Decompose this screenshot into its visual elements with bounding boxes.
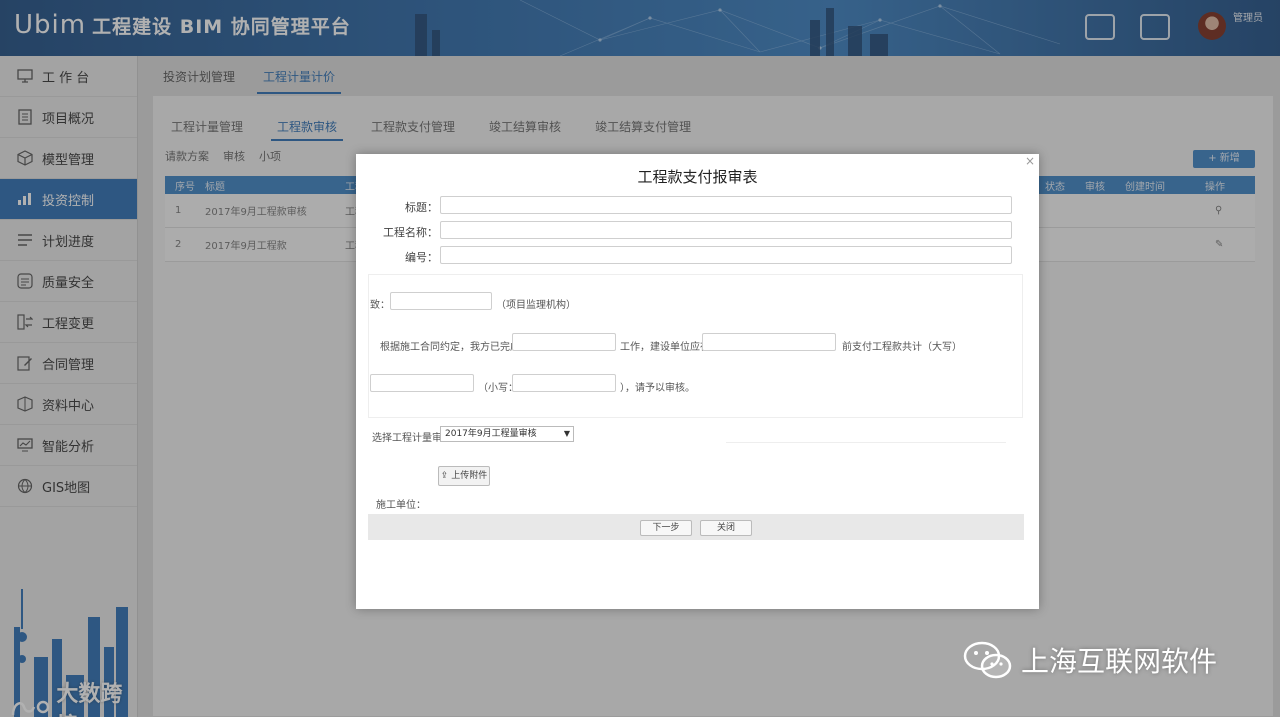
upload-button[interactable]: ⇪ 上传附件 — [438, 466, 490, 486]
to-suffix: （项目监理机构） — [496, 300, 576, 311]
project-name-field[interactable] — [440, 221, 1012, 239]
modal-close-button[interactable]: 关闭 — [700, 520, 752, 536]
watermark-right-text: 上海互联网软件 — [1021, 645, 1218, 678]
watermark-right: 上海互联网软件 — [963, 640, 1217, 680]
measurement-select[interactable]: 2017年9月工程量审核 ▼ — [440, 426, 574, 442]
select-value: 2017年9月工程量审核 — [445, 429, 537, 439]
statement-text: 前支付工程款共计（大写） — [842, 342, 962, 353]
statement-text: 根据施工合同约定，我方已完成 — [380, 342, 520, 353]
supervisor-field[interactable] — [390, 292, 492, 310]
title-field[interactable] — [440, 196, 1012, 214]
upload-icon: ⇪ — [440, 471, 449, 481]
to-prefix: 致： — [370, 300, 390, 311]
date-field[interactable] — [702, 333, 836, 351]
construction-label: 施工单位： — [376, 500, 426, 511]
payment-review-modal: × 工程款支付报审表 标题： 工程名称： 编号： 致： （项目监理机构） 根据施… — [356, 154, 1039, 609]
wechat-icon — [963, 641, 1012, 679]
modal-button-bar: 下一步 关闭 — [368, 514, 1024, 540]
title-label: 标题： — [405, 201, 438, 214]
number-field[interactable] — [440, 246, 1012, 264]
project-name-label: 工程名称： — [383, 226, 438, 239]
statement-text: ），请予以审核。 — [620, 383, 695, 394]
amount-uppercase-field[interactable] — [370, 374, 474, 392]
chevron-down-icon: ▼ — [563, 429, 570, 438]
divider — [726, 442, 1006, 443]
upload-button-label: 上传附件 — [451, 471, 488, 481]
work-field[interactable] — [512, 333, 616, 351]
amount-lowercase-field[interactable] — [512, 374, 616, 392]
statement-text: 工作，建设单位应在 — [620, 342, 710, 353]
modal-title: 工程款支付报审表 — [637, 168, 758, 186]
next-button[interactable]: 下一步 — [640, 520, 692, 536]
number-label: 编号： — [405, 251, 438, 264]
